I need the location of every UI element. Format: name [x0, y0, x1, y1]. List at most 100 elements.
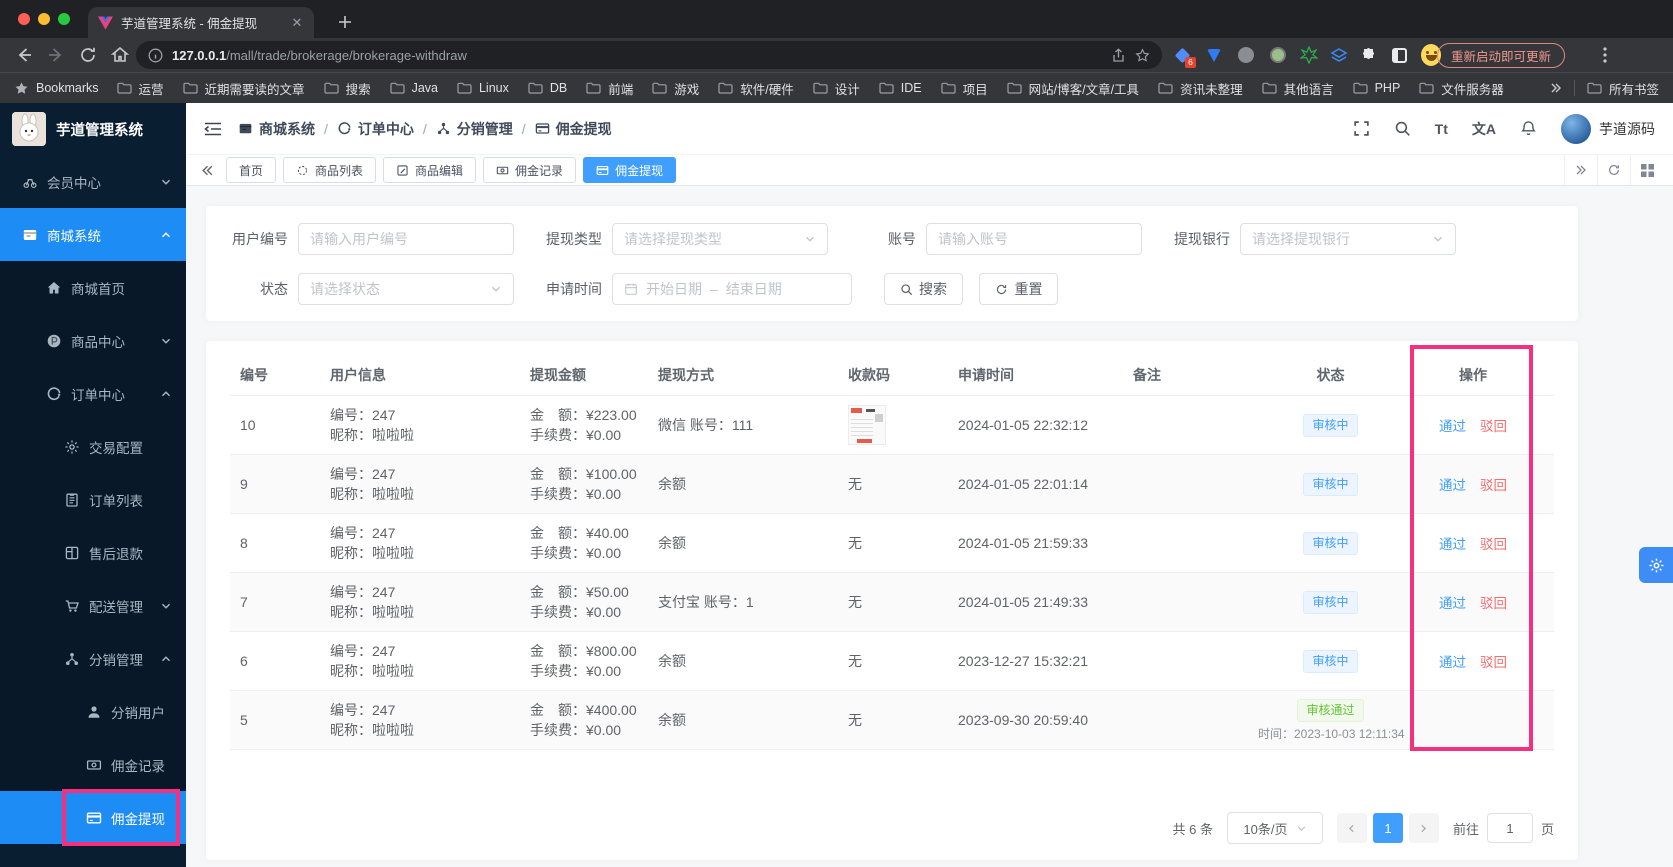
layers-icon[interactable] [1330, 46, 1348, 64]
sidebar-item-分销管理[interactable]: 分销管理 [0, 632, 186, 685]
address-bar[interactable]: 127.0.0.1/mall/trade/brokerage/brokerage… [136, 41, 1162, 69]
sidebar-item-配送管理[interactable]: 配送管理 [0, 579, 186, 632]
close-window-button[interactable] [18, 13, 30, 25]
page-tab-商品列表[interactable]: 商品列表 [283, 157, 377, 183]
qr-code-image[interactable] [848, 405, 886, 445]
approve-link[interactable]: 通过 [1439, 474, 1466, 494]
table-row[interactable]: 5 编号：247 昵称：啦啦啦 金 额：¥400.00 手续费：¥0.00 余额 无 2023… [230, 691, 1554, 750]
date-range-picker[interactable]: 开始日期 – 结束日期 [612, 273, 852, 305]
reload-icon[interactable] [78, 45, 98, 65]
kite-icon[interactable] [1204, 45, 1224, 65]
green-star-icon[interactable] [1300, 46, 1318, 64]
search-icon[interactable] [1394, 120, 1411, 137]
bookmark-folder[interactable]: 软件/硬件 [718, 79, 794, 98]
breadcrumb-item[interactable]: 商城系统 [238, 119, 315, 139]
reject-link[interactable]: 驳回 [1480, 415, 1507, 435]
bookmark-folder[interactable]: IDE [879, 81, 922, 95]
bank-select[interactable]: 请选择提现银行 [1240, 223, 1456, 255]
reject-link[interactable]: 驳回 [1480, 651, 1507, 671]
refresh-tab-icon[interactable] [1597, 155, 1630, 185]
bookmarks-overflow-icon[interactable] [1548, 81, 1562, 95]
bookmark-folder[interactable]: 文件服务器 [1419, 79, 1504, 98]
page-tab-首页[interactable]: 首页 [226, 157, 277, 183]
sidebar-item-商品中心[interactable]: 商品中心 [0, 314, 186, 367]
table-row[interactable]: 8 编号：247 昵称：啦啦啦 金 额：¥40.00 手续费：¥0.00 余额 无 2024-… [230, 514, 1554, 573]
status-select[interactable]: 请选择状态 [298, 273, 514, 305]
forward-icon[interactable] [46, 45, 66, 65]
sidebar-item-会员中心[interactable]: 会员中心 [0, 155, 186, 208]
reset-button[interactable]: 重置 [979, 273, 1059, 305]
bookmark-folder[interactable]: 前端 [586, 79, 633, 98]
bookmark-folder[interactable]: PHP [1352, 81, 1400, 95]
tabs-scroll-right-icon[interactable] [1564, 155, 1597, 185]
bookmark-folder[interactable]: Linux [457, 81, 509, 95]
home-icon[interactable] [110, 45, 130, 65]
page-tab-佣金记录[interactable]: 佣金记录 [483, 157, 577, 183]
page-tab-商品编辑[interactable]: 商品编辑 [383, 157, 477, 183]
minimize-window-button[interactable] [38, 13, 50, 25]
back-icon[interactable] [14, 45, 34, 65]
tabs-scroll-left-icon[interactable] [200, 163, 215, 178]
info-icon[interactable] [148, 48, 163, 63]
page-tab-佣金提现[interactable]: 佣金提现 [583, 157, 677, 183]
user-menu[interactable]: 芋道源码 [1561, 113, 1655, 144]
fullscreen-icon[interactable] [1353, 120, 1370, 137]
bookmark-folder[interactable]: 设计 [813, 79, 860, 98]
new-tab-button[interactable] [332, 9, 358, 35]
gray-circle-icon[interactable] [1236, 45, 1256, 65]
goto-page-input[interactable] [1486, 813, 1533, 843]
user-no-input[interactable] [298, 223, 514, 255]
approve-link[interactable]: 通过 [1439, 651, 1466, 671]
bookmark-folder[interactable]: 其他语言 [1261, 79, 1334, 98]
tab-options-grid-icon[interactable] [1630, 155, 1663, 185]
bookmark-folder[interactable]: DB [528, 81, 567, 95]
type-select[interactable]: 请选择提现类型 [612, 223, 828, 255]
breadcrumb-item[interactable]: 订单中心 [337, 119, 414, 139]
bookmark-folder[interactable]: Java [389, 81, 438, 95]
side-panel-icon[interactable] [1389, 45, 1409, 65]
cell-qr[interactable] [838, 405, 948, 445]
page-number-button[interactable]: 1 [1372, 813, 1403, 843]
bookmark-folder[interactable]: 搜索 [323, 79, 371, 98]
approve-link[interactable]: 通过 [1439, 415, 1466, 435]
close-tab-icon[interactable]: ✕ [290, 15, 304, 30]
sidebar-item-分销用户[interactable]: 分销用户 [0, 685, 186, 738]
breadcrumb-item[interactable]: 分销管理 [436, 119, 513, 139]
bookmark-folder[interactable]: 网站/博客/文章/工具 [1007, 79, 1139, 98]
sidebar-item-佣金记录[interactable]: 佣金记录 [0, 738, 186, 791]
prev-page-button[interactable] [1336, 813, 1367, 843]
bookmark-folder[interactable]: 项目 [941, 79, 988, 98]
bell-icon[interactable] [1520, 120, 1537, 137]
search-button[interactable]: 搜索 [884, 273, 963, 305]
theme-settings-button[interactable] [1639, 547, 1673, 583]
sidebar-item-商城首页[interactable]: 商城首页 [0, 261, 186, 314]
sidebar-item-佣金提现[interactable]: 佣金提现 [0, 791, 186, 844]
extension-badge-icon[interactable]: 6 [1172, 45, 1196, 68]
account-input[interactable] [926, 223, 1142, 255]
app-logo[interactable]: 芋道管理系统 [0, 103, 186, 155]
all-bookmarks[interactable]: 所有书签 [1587, 79, 1659, 98]
table-row[interactable]: 7 编号：247 昵称：啦啦啦 金 额：¥50.00 手续费：¥0.00 支付宝 账号：1… [230, 573, 1554, 632]
browser-tab[interactable]: 芋道管理系统 - 佣金提现 ✕ [88, 7, 314, 38]
collapse-menu-icon[interactable] [204, 121, 222, 137]
sidebar-item-订单中心[interactable]: 订单中心 [0, 367, 186, 420]
maximize-window-button[interactable] [58, 13, 70, 25]
sidebar-item-商城系统[interactable]: 商城系统 [0, 208, 186, 261]
font-size-icon[interactable]: Tt [1435, 121, 1448, 137]
bookmark-folder[interactable]: 近期需要读的文章 [182, 79, 305, 98]
green-circle-icon[interactable] [1268, 45, 1288, 65]
locale-icon[interactable]: 文A [1472, 119, 1496, 139]
restart-update-button[interactable]: 重新启动即可更新 [1437, 43, 1566, 68]
share-icon[interactable] [1111, 47, 1126, 63]
table-row[interactable]: 9 编号：247 昵称：啦啦啦 金 额：¥100.00 手续费：¥0.00 余额 无 2024… [230, 455, 1554, 514]
sidebar-item-订单列表[interactable]: 订单列表 [0, 473, 186, 526]
approve-link[interactable]: 通过 [1439, 533, 1466, 553]
bookmark-star-icon[interactable] [1135, 47, 1150, 63]
approve-link[interactable]: 通过 [1439, 592, 1466, 612]
puzzle-icon[interactable] [1360, 47, 1377, 64]
reject-link[interactable]: 驳回 [1480, 474, 1507, 494]
bookmark-folder[interactable]: 资讯未整理 [1158, 79, 1243, 98]
next-page-button[interactable] [1408, 813, 1439, 843]
bookmark-folder[interactable]: 运营 [116, 79, 164, 98]
reject-link[interactable]: 驳回 [1480, 592, 1507, 612]
